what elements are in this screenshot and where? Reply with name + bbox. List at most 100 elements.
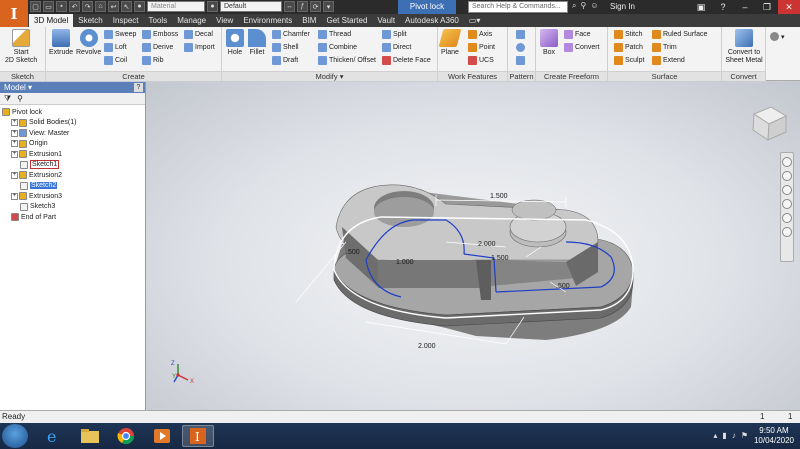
help-search-input[interactable]: Search Help & Commands... (468, 1, 568, 13)
redo-icon[interactable]: ↷ (82, 1, 93, 12)
tab-bim[interactable]: BIM (297, 14, 321, 27)
user-icon[interactable]: ☺ (590, 1, 598, 11)
filter-icon[interactable]: ⧩ (4, 94, 11, 104)
tab-view[interactable]: View (211, 14, 238, 27)
tree-node[interactable]: Sketch3 (2, 202, 145, 213)
dimension-500-left[interactable]: .500 (346, 249, 360, 256)
flag-icon[interactable]: ⚑ (741, 431, 748, 440)
material-combo[interactable]: Material (147, 1, 205, 12)
extend-button[interactable]: Extend (652, 55, 685, 66)
convert-sheet-metal-button[interactable]: Convert to Sheet Metal (724, 29, 764, 65)
clock[interactable]: 9:50 AM 10/04/2020 (754, 426, 794, 446)
axis-button[interactable]: Axis (468, 29, 492, 40)
trim-button[interactable]: Trim (652, 42, 677, 53)
tree-node[interactable]: + Origin (2, 139, 145, 150)
chamfer-button[interactable]: Chamfer (272, 29, 310, 40)
dimension-2000-mid[interactable]: 2.000 (478, 241, 496, 248)
nav-bar-menu-icon[interactable] (782, 227, 792, 237)
tab-vault[interactable]: Vault (372, 14, 400, 27)
decal-button[interactable]: Decal (184, 29, 213, 40)
close-icon[interactable]: ✕ (778, 0, 800, 14)
open-folder-icon[interactable]: ▭ (43, 1, 54, 12)
media-player-icon[interactable] (146, 425, 178, 447)
home-icon[interactable]: ⌂ (95, 1, 106, 12)
thicken-offset-button[interactable]: Thicken/ Offset (318, 55, 376, 66)
expand-toggle-icon[interactable]: + (11, 192, 18, 200)
mirror-button[interactable] (516, 55, 525, 66)
point-button[interactable]: Point (468, 42, 495, 53)
network-icon[interactable]: ▮ (722, 431, 726, 440)
extrude-button[interactable]: Extrude (49, 29, 73, 57)
sweep-button[interactable]: Sweep (104, 29, 136, 40)
expand-toggle-icon[interactable]: + (11, 129, 18, 137)
tab-inspect[interactable]: Inspect (108, 14, 144, 27)
cart-icon[interactable]: ▣ (690, 0, 712, 14)
ruled-surface-button[interactable]: Ruled Surface (652, 29, 707, 40)
loft-button[interactable]: Loft (104, 42, 127, 53)
browser-help-icon[interactable]: ? (134, 83, 143, 92)
sign-in-link[interactable]: Sign In (610, 1, 635, 13)
sculpt-button[interactable]: Sculpt (614, 55, 644, 66)
volume-icon[interactable]: ♪ (732, 431, 736, 440)
return-icon[interactable]: ↩ (108, 1, 119, 12)
hole-button[interactable]: Hole (226, 29, 244, 57)
ucs-button[interactable]: UCS (468, 55, 494, 66)
emboss-button[interactable]: Emboss (142, 29, 178, 40)
tree-node[interactable]: Sketch2 (2, 181, 145, 192)
tab-overflow-icon[interactable]: ▭▾ (464, 14, 486, 27)
graphics-viewport[interactable]: 1.500 2.000 1.500 1.000 .500 2.000 .500 … (146, 82, 800, 410)
start-sketch-button[interactable]: Start 2D Sketch (5, 29, 37, 65)
shell-button[interactable]: Shell (272, 42, 299, 53)
restore-icon[interactable]: ❐ (756, 0, 778, 14)
pan-icon[interactable] (782, 171, 792, 181)
combine-button[interactable]: Combine (318, 42, 357, 53)
tree-node[interactable]: + Extrusion3 (2, 191, 145, 202)
tree-node[interactable]: + Extrusion1 (2, 149, 145, 160)
dimension-500-right[interactable]: .500 (556, 283, 570, 290)
patch-button[interactable]: Patch (614, 42, 643, 53)
inventor-taskbar-icon[interactable]: I (182, 425, 214, 447)
look-at-icon[interactable] (782, 213, 792, 223)
file-explorer-icon[interactable] (74, 425, 106, 447)
find-binoculars-icon[interactable]: ⚲ (17, 94, 23, 103)
tree-node[interactable]: Sketch1 (2, 160, 145, 171)
draft-button[interactable]: Draft (272, 55, 298, 66)
modify-panel-title[interactable]: Modify ▾ (222, 71, 437, 81)
dimension-1500-mid[interactable]: 1.500 (491, 255, 509, 262)
import-button[interactable]: Import (184, 42, 215, 53)
tab-get-started[interactable]: Get Started (321, 14, 372, 27)
convert-freeform-button[interactable]: Convert (564, 42, 600, 53)
tray-arrow-icon[interactable]: ▴ (713, 431, 717, 440)
circular-pattern-button[interactable] (516, 42, 525, 53)
tab-autodesk-a360[interactable]: Autodesk A360 (400, 14, 464, 27)
tab-environments[interactable]: Environments (238, 14, 297, 27)
fillet-button[interactable]: Fillet (248, 29, 266, 57)
tree-node[interactable]: + Extrusion2 (2, 170, 145, 181)
steering-wheel-icon[interactable] (782, 157, 792, 167)
expand-toggle-icon[interactable]: + (11, 171, 18, 179)
plane-button[interactable]: Plane (438, 29, 462, 57)
appearance-combo[interactable]: Default (220, 1, 282, 12)
application-menu-button[interactable]: I (0, 0, 28, 27)
measure-icon[interactable]: ↔ (284, 1, 295, 12)
revolve-button[interactable]: Revolve (76, 29, 101, 57)
expand-toggle-icon[interactable]: + (11, 119, 18, 127)
delete-face-button[interactable]: Delete Face (382, 55, 431, 66)
help-icon[interactable]: ? (712, 0, 734, 14)
cursor-icon[interactable]: ↖ (121, 1, 132, 12)
ribbon-options-button[interactable]: ▾ (770, 31, 785, 42)
rib-button[interactable]: Rib (142, 55, 164, 66)
tree-node[interactable]: + Solid Bodies(1) (2, 118, 145, 129)
tree-node[interactable]: Pivot lock (2, 107, 145, 118)
stitch-button[interactable]: Stitch (614, 29, 643, 40)
search-icon[interactable]: ⌕ (572, 1, 576, 11)
minimize-icon[interactable]: – (734, 0, 756, 14)
split-button[interactable]: Split (382, 29, 407, 40)
tab-3d-model[interactable]: 3D Model (29, 14, 74, 27)
thread-button[interactable]: Thread (318, 29, 351, 40)
tab-tools[interactable]: Tools (144, 14, 173, 27)
update-icon[interactable]: ⟳ (310, 1, 321, 12)
rectangular-pattern-button[interactable] (516, 29, 525, 40)
expand-toggle-icon[interactable]: + (11, 150, 18, 158)
direct-button[interactable]: Direct (382, 42, 411, 53)
